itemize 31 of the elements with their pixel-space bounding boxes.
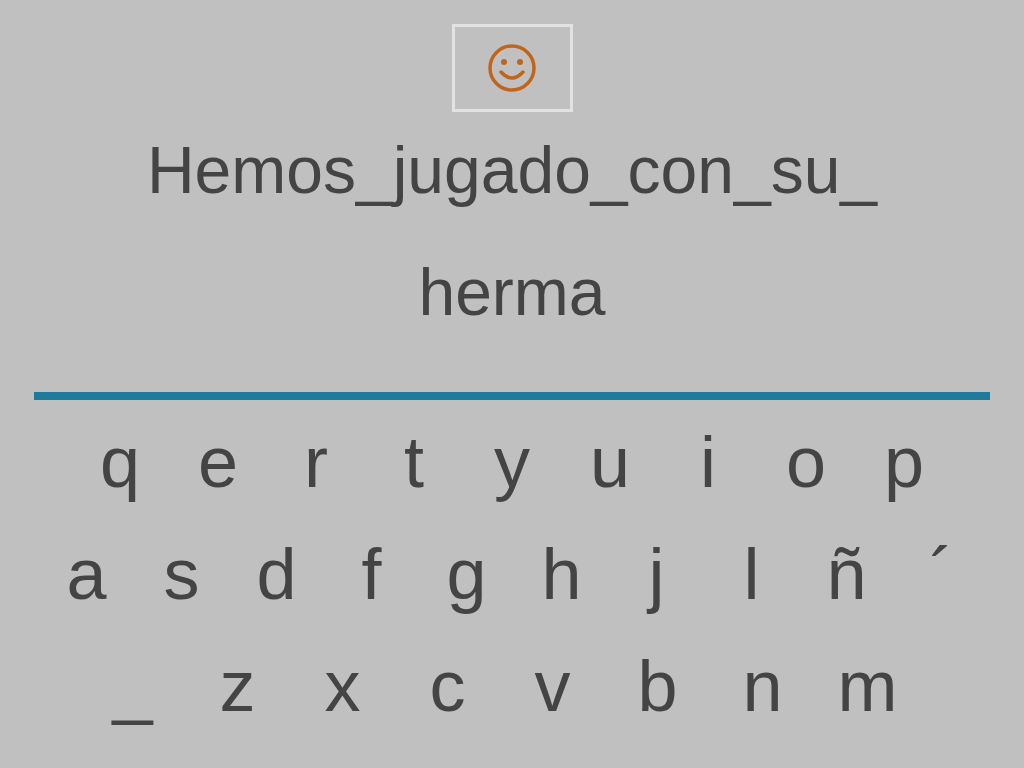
letter-key[interactable]: s	[134, 534, 229, 614]
letter-key[interactable]: ñ	[799, 534, 894, 614]
letter-key[interactable]: e	[169, 422, 267, 502]
letter-key[interactable]: _	[80, 646, 185, 726]
smiley-icon	[487, 43, 537, 93]
letter-key[interactable]: r	[267, 422, 365, 502]
letter-key[interactable]: b	[605, 646, 710, 726]
letter-key[interactable]: x	[290, 646, 395, 726]
letter-key[interactable]: t	[365, 422, 463, 502]
letter-key[interactable]: m	[815, 646, 920, 726]
prompt-text: Hemos_jugado_con_su_	[146, 132, 878, 209]
letter-key[interactable]: d	[229, 534, 324, 614]
letter-key[interactable]: l	[704, 534, 799, 614]
letter-key[interactable]: p	[855, 422, 953, 502]
letter-key[interactable]: f	[324, 534, 419, 614]
letter-key[interactable]: ´	[894, 534, 989, 614]
smiley-button[interactable]	[451, 24, 573, 112]
letter-key[interactable]: v	[500, 646, 605, 726]
letter-key[interactable]: u	[561, 422, 659, 502]
letter-key[interactable]: o	[757, 422, 855, 502]
letter-key[interactable]: n	[710, 646, 815, 726]
prompt-text: herma	[418, 254, 606, 331]
letter-key[interactable]: y	[463, 422, 561, 502]
letter-key[interactable]: g	[419, 534, 514, 614]
letter-key[interactable]: c	[395, 646, 500, 726]
letter-key[interactable]: h	[514, 534, 609, 614]
letter-key[interactable]: q	[71, 422, 169, 502]
letter-key[interactable]: a	[39, 534, 134, 614]
letter-key[interactable]: z	[185, 646, 290, 726]
letter-key[interactable]: j	[609, 534, 704, 614]
letter-key[interactable]: i	[659, 422, 757, 502]
